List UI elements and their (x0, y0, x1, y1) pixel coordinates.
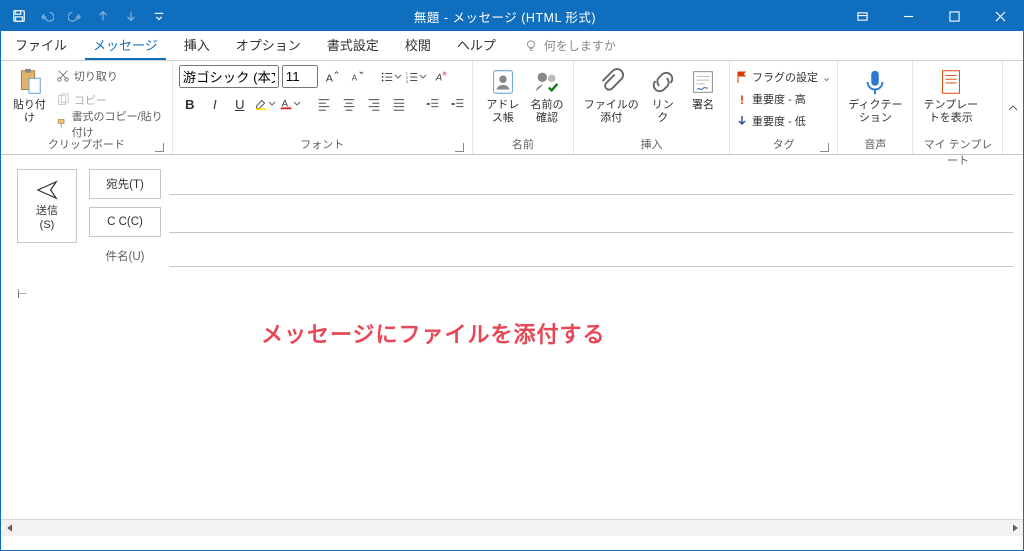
group-clipboard: 貼り付け 切り取り コピー 書式のコピー/貼り付け クリップボード (1, 61, 173, 154)
group-templates-label: マイ テンプレート (919, 136, 996, 154)
dialog-launcher-icon[interactable] (820, 143, 829, 152)
tab-file[interactable]: ファイル (7, 29, 75, 60)
group-tags: フラグの設定⌄ !重要度 - 高 重要度 - 低 タグ (730, 61, 838, 154)
view-templates-button[interactable]: テンプレー トを表示 (919, 65, 982, 127)
quick-access-toolbar (1, 4, 171, 28)
down-icon (119, 4, 143, 28)
high-importance-button[interactable]: !重要度 - 高 (736, 89, 806, 109)
group-include: ファイルの 添付 リンク 署名 挿入 (574, 61, 730, 154)
maximize-button[interactable] (931, 1, 977, 31)
italic-button[interactable]: I (204, 94, 226, 114)
align-center-button[interactable] (338, 94, 360, 114)
follow-up-button[interactable]: フラグの設定⌄ (736, 67, 831, 87)
font-name-select[interactable] (179, 65, 279, 88)
format-painter-button[interactable]: 書式のコピー/貼り付け (56, 113, 166, 135)
align-left-button[interactable] (313, 94, 335, 114)
group-clipboard-label: クリップボード (48, 139, 125, 151)
tab-insert[interactable]: 挿入 (176, 29, 218, 60)
paste-button[interactable]: 貼り付け (7, 65, 52, 127)
svg-text:A: A (352, 73, 358, 82)
attach-file-button[interactable]: ファイルの 添付 (580, 65, 642, 127)
tab-options[interactable]: オプション (228, 29, 309, 60)
svg-text:2: 2 (406, 75, 408, 79)
window-title: 無題 - メッセージ (HTML 形式) (171, 7, 839, 26)
svg-text:A: A (435, 72, 442, 83)
group-include-label: 挿入 (580, 136, 723, 154)
grow-font-button[interactable]: A (321, 67, 343, 87)
text-cursor-icon: ⊢ (17, 287, 27, 302)
shrink-font-button[interactable]: A (346, 67, 368, 87)
undo-icon[interactable] (35, 4, 59, 28)
window-controls (839, 1, 1023, 31)
minimize-button[interactable] (885, 1, 931, 31)
message-body[interactable]: ⊢ メッセージにファイルを添付する (1, 273, 1023, 519)
svg-text:!: ! (740, 93, 744, 105)
group-names-label: 名前 (479, 136, 567, 154)
signature-button[interactable]: 署名 (683, 65, 723, 114)
to-button[interactable]: 宛先(T) (89, 169, 161, 199)
bold-button[interactable]: B (179, 94, 201, 114)
redo-icon[interactable] (63, 4, 87, 28)
align-right-button[interactable] (363, 94, 385, 114)
group-font: A A 123 A B I U A (173, 61, 473, 154)
subject-label: 件名(U) (89, 248, 161, 264)
link-button[interactable]: リンク (642, 65, 683, 127)
close-button[interactable] (977, 1, 1023, 31)
underline-button[interactable]: U (229, 94, 251, 114)
ribbon: 貼り付け 切り取り コピー 書式のコピー/貼り付け クリップボード A A 12… (1, 61, 1023, 155)
low-importance-button[interactable]: 重要度 - 低 (736, 111, 806, 131)
title-bar: 無題 - メッセージ (HTML 形式) (1, 1, 1023, 31)
group-templates: テンプレー トを表示 マイ テンプレート (913, 61, 1002, 154)
save-icon[interactable] (7, 4, 31, 28)
tab-format[interactable]: 書式設定 (319, 29, 387, 60)
svg-text:A: A (326, 72, 333, 84)
dictate-button[interactable]: ディクテー ション (844, 65, 906, 127)
cut-button[interactable]: 切り取り (56, 65, 166, 87)
lightbulb-icon (524, 39, 538, 53)
tell-me[interactable]: 何をしますか (524, 37, 616, 60)
scroll-left-button[interactable] (1, 520, 18, 536)
justify-button[interactable] (388, 94, 410, 114)
svg-text:3: 3 (406, 80, 408, 84)
tell-me-label: 何をしますか (544, 37, 616, 54)
to-field[interactable] (169, 173, 1013, 195)
message-header: 送信 (S) 宛先(T) C C(C) 件名(U) (1, 155, 1023, 273)
address-book-button[interactable]: アドレス帳 (479, 65, 527, 127)
tab-message[interactable]: メッセージ (85, 29, 166, 60)
dialog-launcher-icon[interactable] (455, 143, 464, 152)
collapse-ribbon-button[interactable] (1002, 61, 1023, 154)
scroll-right-button[interactable] (1006, 520, 1023, 536)
cc-button[interactable]: C C(C) (89, 207, 161, 237)
ribbon-tab-bar: ファイル メッセージ 挿入 オプション 書式設定 校閲 ヘルプ 何をしますか (1, 31, 1023, 61)
svg-text:1: 1 (406, 71, 408, 75)
clear-formatting-button[interactable]: A (430, 67, 452, 87)
tab-review[interactable]: 校閲 (397, 29, 439, 60)
scrollbar-track[interactable] (18, 520, 1006, 536)
cc-field[interactable] (169, 211, 1013, 233)
annotation-overlay: メッセージにファイルを添付する (261, 317, 606, 349)
group-tags-label: タグ (773, 139, 795, 151)
qat-dropdown-icon[interactable] (147, 4, 171, 28)
increase-indent-button[interactable] (447, 94, 469, 114)
subject-field[interactable] (169, 245, 1013, 267)
decrease-indent-button[interactable] (422, 94, 444, 114)
font-color-button[interactable]: A (279, 94, 301, 114)
font-size-select[interactable] (282, 65, 318, 88)
group-font-label: フォント (300, 139, 344, 151)
bullets-button[interactable] (380, 67, 402, 87)
send-icon (36, 179, 58, 201)
numbering-button[interactable]: 123 (405, 67, 427, 87)
group-voice: ディクテー ション 音声 (838, 61, 913, 154)
group-voice-label: 音声 (844, 136, 906, 154)
check-names-button[interactable]: 名前の 確認 (527, 65, 567, 127)
up-icon (91, 4, 115, 28)
tab-help[interactable]: ヘルプ (449, 29, 504, 60)
ribbon-display-icon[interactable] (839, 1, 885, 31)
horizontal-scrollbar[interactable] (1, 519, 1023, 536)
dialog-launcher-icon[interactable] (155, 143, 164, 152)
group-names: アドレス帳 名前の 確認 名前 (473, 61, 574, 154)
highlight-button[interactable] (254, 94, 276, 114)
send-button[interactable]: 送信 (S) (17, 169, 77, 243)
copy-button[interactable]: コピー (56, 89, 166, 111)
